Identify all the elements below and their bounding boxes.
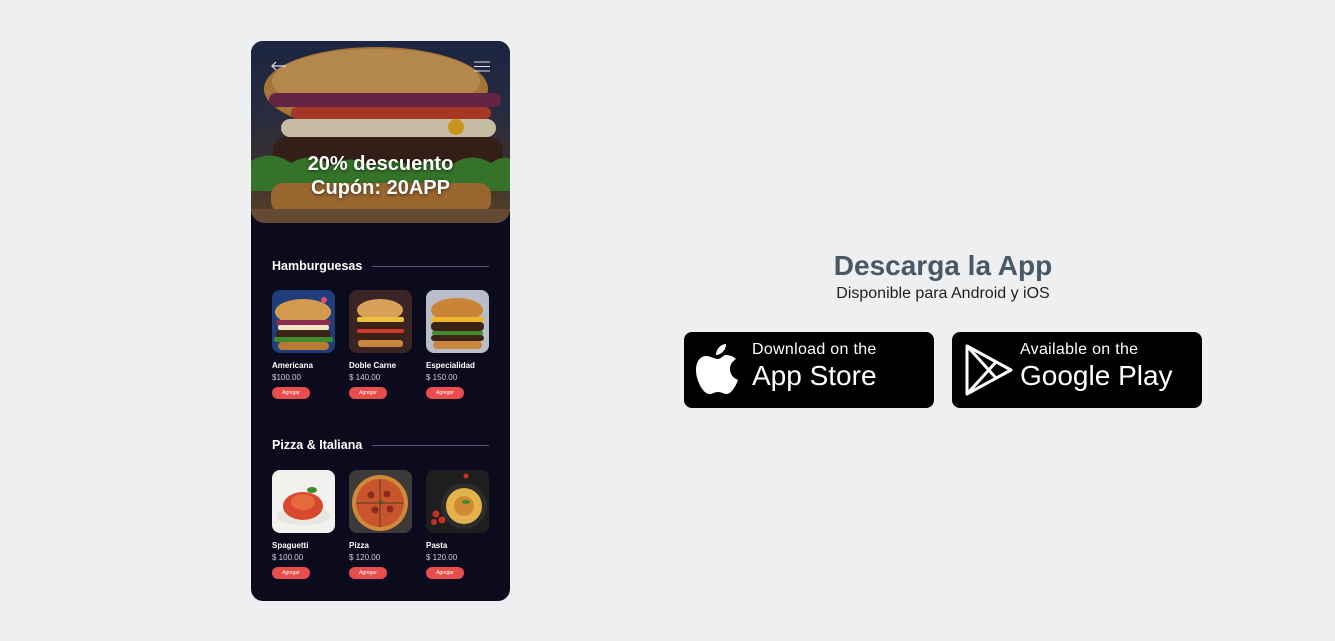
product-card[interactable]: Especialidad $ 150.00 Agregar bbox=[426, 290, 489, 399]
product-card[interactable]: Spaguetti $ 100.00 Agregar bbox=[272, 470, 335, 579]
product-price: $ 120.00 bbox=[426, 553, 458, 562]
product-price: $ 150.00 bbox=[426, 373, 458, 382]
add-to-cart-button[interactable]: Agregar bbox=[426, 567, 464, 579]
product-card[interactable]: Americana $100.00 Agregar bbox=[272, 290, 335, 399]
product-name: Pasta bbox=[426, 541, 448, 550]
download-subtitle: Disponible para Android y iOS bbox=[836, 285, 1050, 302]
product-name: Spaguetti bbox=[272, 541, 309, 550]
product-price: $ 120.00 bbox=[349, 553, 381, 562]
menu-button[interactable] bbox=[472, 59, 492, 73]
product-name: Especialidad bbox=[426, 361, 475, 370]
promo-text: 20% descuento Cupón: 20APP bbox=[251, 152, 510, 200]
app-store-button[interactable]: Download on the App Store bbox=[684, 332, 934, 408]
section-divider bbox=[372, 444, 489, 446]
back-button[interactable] bbox=[269, 59, 289, 73]
product-image-pizza[interactable] bbox=[349, 470, 412, 533]
promo-line-coupon: Cupón: 20APP bbox=[311, 177, 450, 199]
add-to-cart-button[interactable]: Agregar bbox=[272, 387, 310, 399]
product-image-spaguetti[interactable] bbox=[272, 470, 335, 533]
hamburger-menu-icon bbox=[474, 61, 490, 71]
product-image-especialidad[interactable] bbox=[426, 290, 489, 353]
product-image-doble-carne[interactable] bbox=[349, 290, 412, 353]
add-to-cart-button[interactable]: Agregar bbox=[272, 567, 310, 579]
product-list-hamburguesas: Americana $100.00 Agregar Doble Carne $ … bbox=[272, 290, 489, 399]
product-name: Pizza bbox=[349, 541, 370, 550]
product-price: $ 100.00 bbox=[272, 553, 304, 562]
product-card[interactable]: Pasta $ 120.00 Agregar bbox=[426, 470, 489, 579]
product-price: $100.00 bbox=[272, 373, 301, 382]
app-store-small-text: Download on the bbox=[752, 341, 877, 358]
product-name: Americana bbox=[272, 361, 313, 370]
download-title: Descarga la App bbox=[833, 250, 1053, 281]
phone-mockup: 20% descuento Cupón: 20APP Hamburguesas bbox=[251, 41, 510, 601]
product-image-americana[interactable] bbox=[272, 290, 335, 353]
google-play-big-text: Google Play bbox=[1020, 360, 1173, 391]
product-card[interactable]: Doble Carne $ 140.00 Agregar bbox=[349, 290, 412, 399]
product-card[interactable]: Pizza $ 120.00 Agregar bbox=[349, 470, 412, 579]
section-header-hamburguesas: Hamburguesas bbox=[272, 258, 489, 274]
section-title: Hamburguesas bbox=[272, 259, 363, 273]
promo-banner[interactable]: 20% descuento Cupón: 20APP bbox=[251, 41, 510, 223]
apple-icon bbox=[696, 344, 738, 394]
product-name: Doble Carne bbox=[349, 361, 397, 370]
play-icon bbox=[965, 344, 1013, 396]
section-header-pizza-italiana: Pizza & Italiana bbox=[272, 437, 489, 453]
google-play-button[interactable]: Available on the Google Play bbox=[952, 332, 1202, 408]
section-divider bbox=[372, 265, 489, 267]
add-to-cart-button[interactable]: Agregar bbox=[426, 387, 464, 399]
product-price: $ 140.00 bbox=[349, 373, 381, 382]
product-image-pasta[interactable] bbox=[426, 470, 489, 533]
add-to-cart-button[interactable]: Agregar bbox=[349, 387, 387, 399]
arrow-left-icon bbox=[271, 61, 286, 71]
product-list-pizza-italiana: Spaguetti $ 100.00 Agregar Pizza $ 120.0… bbox=[272, 470, 489, 579]
section-title: Pizza & Italiana bbox=[272, 438, 363, 452]
add-to-cart-button[interactable]: Agregar bbox=[349, 567, 387, 579]
promo-line-discount: 20% descuento bbox=[307, 153, 454, 175]
app-store-big-text: App Store bbox=[752, 360, 877, 391]
google-play-small-text: Available on the bbox=[1020, 341, 1139, 358]
